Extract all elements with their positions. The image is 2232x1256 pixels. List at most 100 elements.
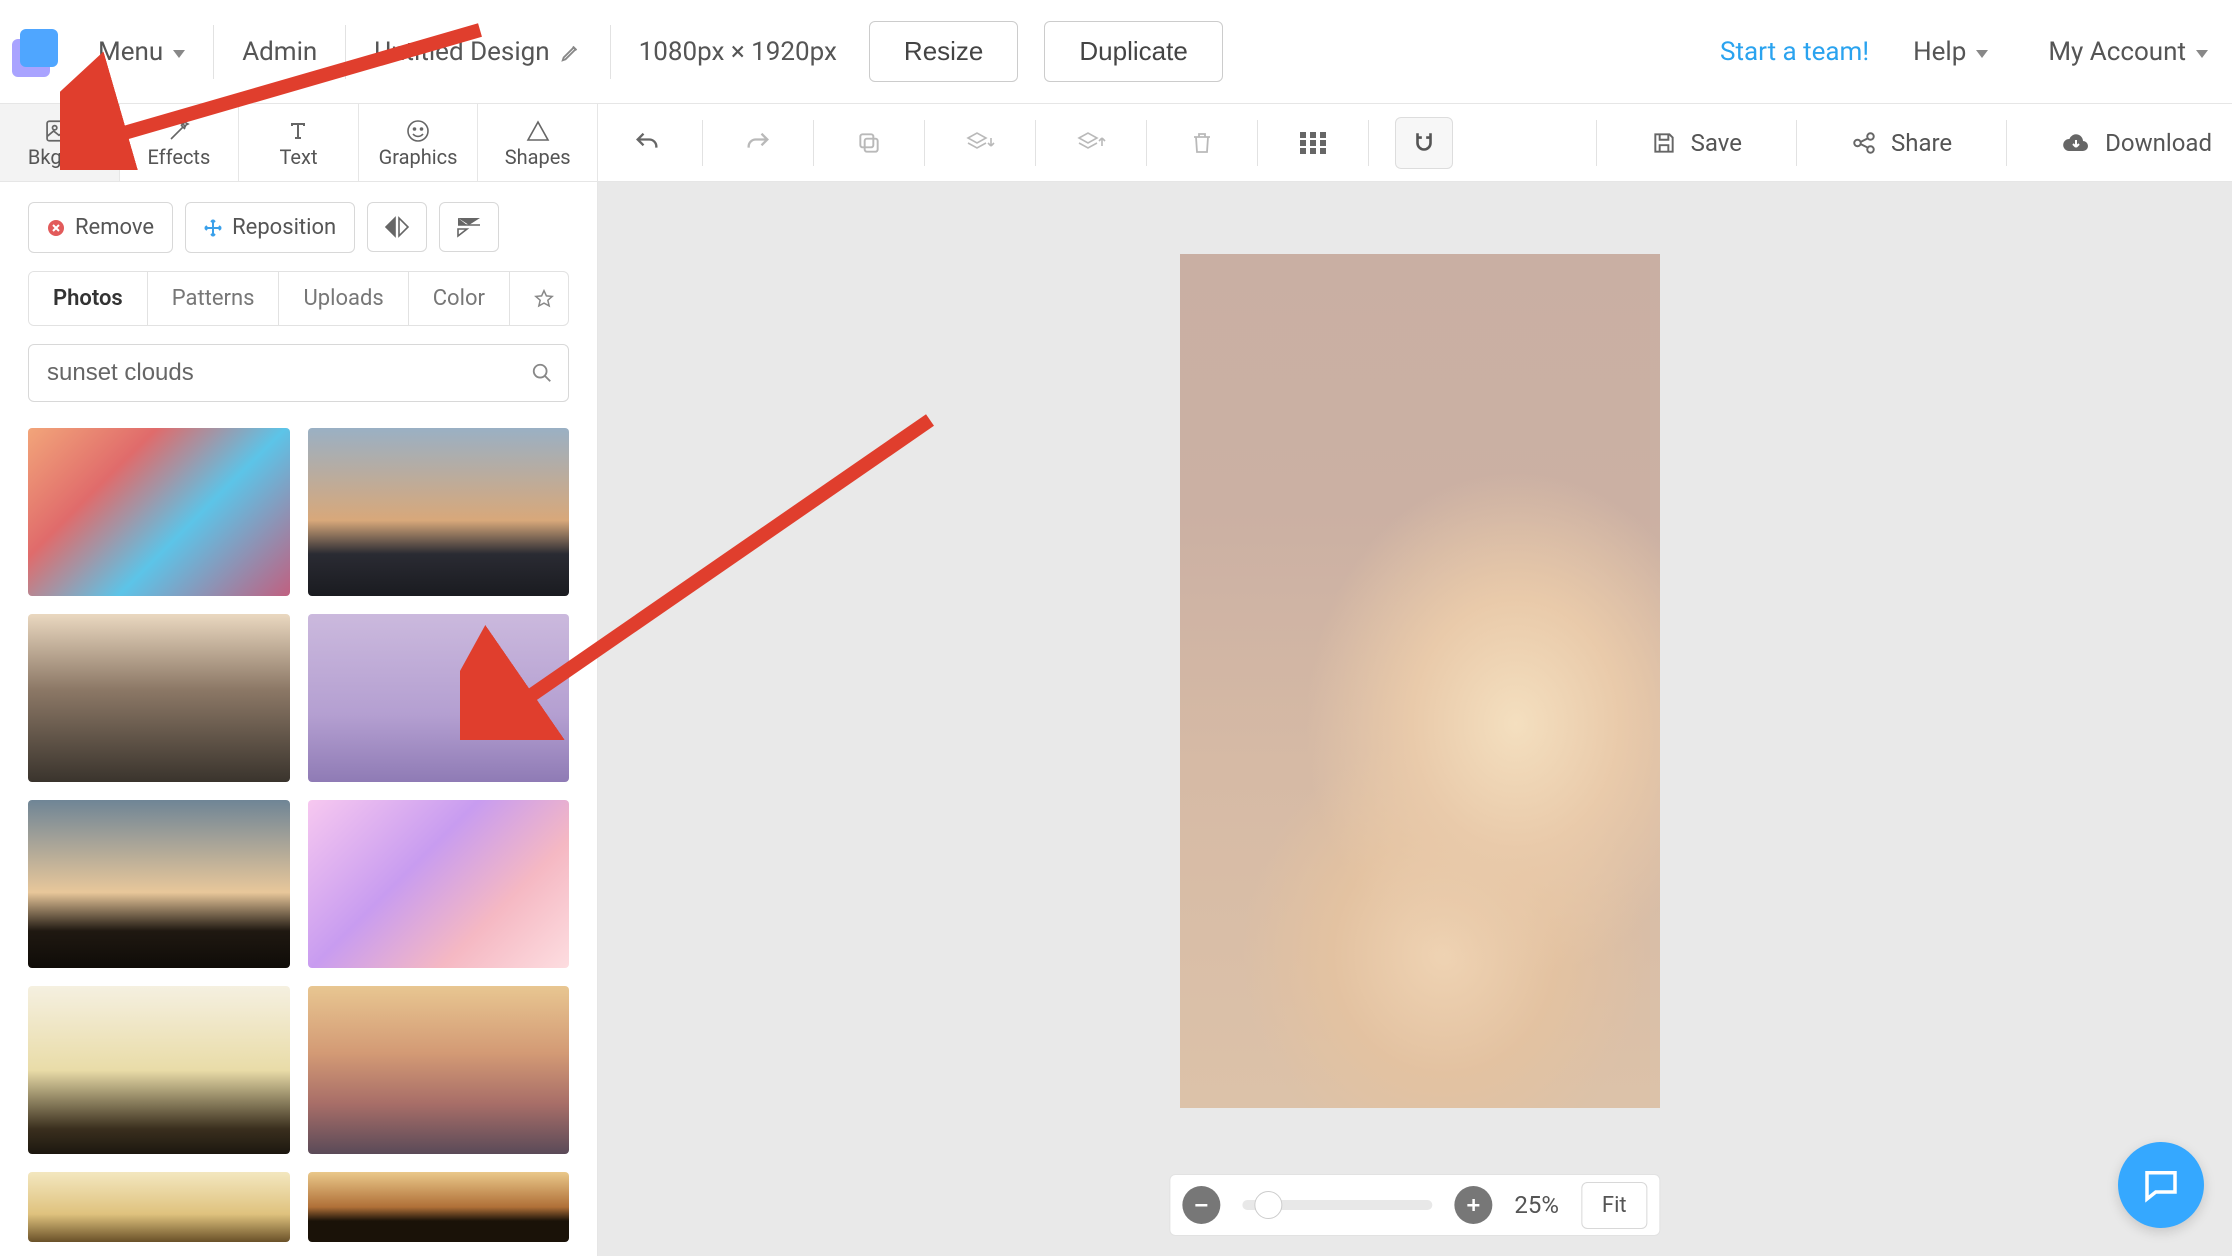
photo-thumb[interactable] <box>28 1172 290 1242</box>
tab-label: Effects <box>147 145 210 169</box>
main: Remove Reposition Photos Patterns Upload… <box>0 182 2232 1256</box>
account-dropdown[interactable]: My Account <box>2048 37 2208 67</box>
flip-horizontal-icon <box>384 216 410 238</box>
photo-thumb[interactable] <box>308 800 570 968</box>
photo-thumb[interactable] <box>28 428 290 596</box>
photo-thumb[interactable] <box>28 614 290 782</box>
photo-thumb[interactable] <box>308 986 570 1154</box>
resize-button[interactable]: Resize <box>869 21 1018 82</box>
subtab-uploads[interactable]: Uploads <box>279 272 408 325</box>
slider-knob[interactable] <box>1254 1191 1282 1219</box>
zoom-slider[interactable] <box>1242 1200 1432 1210</box>
save-label: Save <box>1691 129 1742 157</box>
search-icon[interactable] <box>531 362 553 384</box>
reposition-background-button[interactable]: Reposition <box>185 202 355 253</box>
star-icon <box>534 289 554 309</box>
delete-button[interactable] <box>1173 117 1231 169</box>
magnet-button[interactable] <box>1395 117 1453 169</box>
pencil-icon <box>560 41 582 63</box>
help-chat-button[interactable] <box>2118 1142 2204 1228</box>
share-icon <box>1851 130 1877 156</box>
subtab-patterns[interactable]: Patterns <box>148 272 280 325</box>
tool-bar: Bkgrnd Effects Text Graphics Shapes <box>0 104 2232 182</box>
background-subtabs: Photos Patterns Uploads Color <box>28 271 569 326</box>
tab-label: Shapes <box>505 145 571 169</box>
subtab-photos[interactable]: Photos <box>29 272 148 325</box>
subtab-color[interactable]: Color <box>409 272 510 325</box>
zoom-controls: 25% Fit <box>1169 1174 1660 1236</box>
action-bar: Save Share Download <box>598 104 2232 181</box>
move-icon <box>204 219 222 237</box>
chevron-down-icon <box>1976 50 1988 58</box>
photo-thumb[interactable] <box>308 614 570 782</box>
layers-down-icon <box>965 130 995 156</box>
wand-icon <box>167 117 191 145</box>
layer-down-button[interactable] <box>951 117 1009 169</box>
account-label: My Account <box>2048 37 2186 67</box>
tool-tabs: Bkgrnd Effects Text Graphics Shapes <box>0 104 598 181</box>
reposition-label: Reposition <box>232 215 336 240</box>
photo-results-grid <box>28 428 569 1242</box>
remove-label: Remove <box>75 215 154 240</box>
flip-vertical-button[interactable] <box>439 202 499 252</box>
flip-vertical-icon <box>456 216 482 238</box>
tab-background[interactable]: Bkgrnd <box>0 104 120 181</box>
canvas-area[interactable]: 25% Fit <box>598 182 2232 1256</box>
save-icon <box>1651 130 1677 156</box>
text-icon <box>286 117 310 145</box>
photo-thumb[interactable] <box>28 800 290 968</box>
undo-button[interactable] <box>618 117 676 169</box>
grid-button[interactable] <box>1284 117 1342 169</box>
duplicate-button[interactable]: Duplicate <box>1044 21 1222 82</box>
dimensions-text: 1080px × 1920px <box>639 37 837 67</box>
subtab-favorites[interactable] <box>510 272 569 325</box>
zoom-out-button[interactable] <box>1182 1186 1220 1224</box>
photo-thumb[interactable] <box>308 1172 570 1242</box>
canvas-dimensions: 1080px × 1920px <box>639 37 837 67</box>
menu-label: Menu <box>98 37 163 67</box>
plus-icon <box>1464 1196 1482 1214</box>
grid-icon <box>1300 132 1326 154</box>
triangle-icon <box>526 117 550 145</box>
search-input[interactable] <box>28 344 569 402</box>
download-button[interactable]: Download <box>2061 129 2212 157</box>
redo-icon <box>744 129 772 157</box>
remove-background-button[interactable]: Remove <box>28 202 173 253</box>
zoom-in-button[interactable] <box>1454 1186 1492 1224</box>
tab-text[interactable]: Text <box>239 104 359 181</box>
separator <box>345 25 346 79</box>
help-dropdown[interactable]: Help <box>1913 37 1988 67</box>
admin-link[interactable]: Admin <box>242 37 317 67</box>
admin-label: Admin <box>242 37 317 67</box>
photo-thumb[interactable] <box>28 986 290 1154</box>
photo-search <box>28 344 569 402</box>
redo-button[interactable] <box>729 117 787 169</box>
canvas-preview[interactable] <box>1180 254 1660 1108</box>
share-button[interactable]: Share <box>1851 129 1952 157</box>
top-bar: Menu Admin Untitled Design 1080px × 1920… <box>0 0 2232 104</box>
document-title[interactable]: Untitled Design <box>374 37 581 67</box>
copy-button[interactable] <box>840 117 898 169</box>
copy-icon <box>856 130 882 156</box>
trash-icon <box>1190 130 1214 156</box>
layer-up-button[interactable] <box>1062 117 1120 169</box>
save-button[interactable]: Save <box>1651 129 1742 157</box>
tab-graphics[interactable]: Graphics <box>359 104 479 181</box>
zoom-fit-button[interactable]: Fit <box>1581 1182 1648 1229</box>
minus-icon <box>1192 1196 1210 1214</box>
tab-effects[interactable]: Effects <box>120 104 240 181</box>
share-label: Share <box>1891 129 1952 157</box>
flip-horizontal-button[interactable] <box>367 202 427 252</box>
tab-label: Text <box>279 145 317 169</box>
background-panel: Remove Reposition Photos Patterns Upload… <box>0 182 598 1256</box>
help-label: Help <box>1913 37 1966 67</box>
start-team-link[interactable]: Start a team! <box>1720 37 1869 67</box>
layers-up-icon <box>1076 130 1106 156</box>
photo-thumb[interactable] <box>308 428 570 596</box>
app-logo[interactable] <box>12 29 58 75</box>
smiley-icon <box>406 117 430 145</box>
menu-dropdown[interactable]: Menu <box>98 37 185 67</box>
separator <box>610 25 611 79</box>
undo-icon <box>633 129 661 157</box>
tab-shapes[interactable]: Shapes <box>478 104 597 181</box>
